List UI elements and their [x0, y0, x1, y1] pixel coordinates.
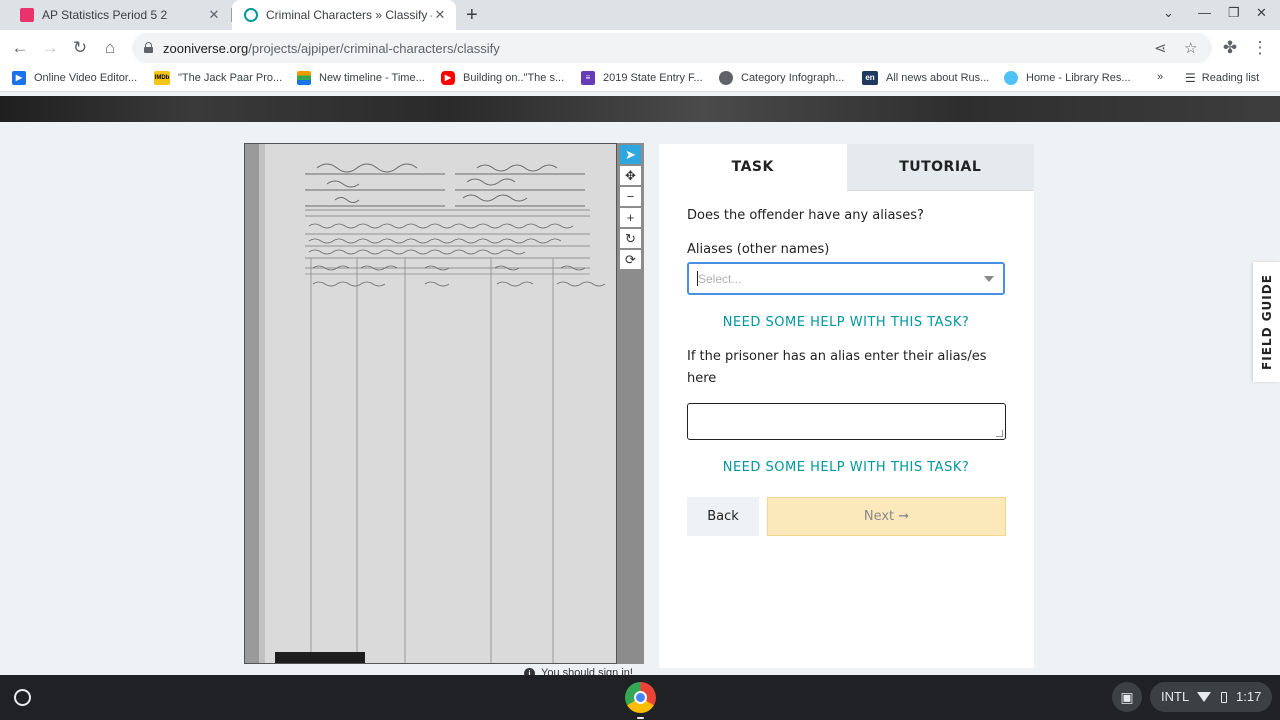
select-placeholder: Select... — [698, 272, 742, 286]
share-icon[interactable]: ⋖ — [1154, 39, 1167, 57]
bookmark-online-video-editor[interactable]: ▶ Online Video Editor... — [12, 71, 137, 85]
launcher-icon[interactable] — [14, 689, 31, 706]
bookmark-label: Building on.."The s... — [463, 72, 565, 84]
tab-tutorial[interactable]: TUTORIAL — [846, 144, 1034, 191]
bookmarks-bar: ▶ Online Video Editor... IMDb "The Jack … — [0, 66, 1280, 92]
bookmark-category-infograph[interactable]: Category Infograph... — [719, 71, 844, 85]
en-icon: en — [862, 71, 878, 85]
next-button[interactable]: Next ➞ — [767, 497, 1006, 536]
browser-tab-ap-statistics[interactable]: AP Statistics Period 5 2 ✕ — [8, 0, 230, 30]
wifi-icon — [1197, 692, 1211, 702]
os-shelf: ▣ INTL 1:17 — [0, 675, 1280, 720]
cloud-icon — [1004, 71, 1018, 85]
zoom-in-icon[interactable]: + — [620, 208, 641, 227]
rotate-icon[interactable]: ↻ — [620, 229, 641, 248]
reading-list-icon: ☰ — [1185, 71, 1196, 85]
panel-tabs: TASK TUTORIAL — [659, 144, 1034, 191]
forward-arrow-icon[interactable]: → — [38, 36, 62, 60]
youtube-icon: ▶ — [441, 71, 455, 85]
resize-grip-icon[interactable] — [996, 430, 1003, 437]
question-aliases: Does the offender have any aliases? — [687, 208, 924, 223]
project-banner — [0, 96, 1280, 122]
bookmark-label: 2019 State Entry F... — [603, 72, 703, 84]
bookmark-label: Home - Library Res... — [1026, 72, 1131, 84]
bookmark-state-entry[interactable]: ≡ 2019 State Entry F... — [581, 71, 703, 85]
help-link-2[interactable]: NEED SOME HELP WITH THIS TASK? — [687, 460, 1005, 475]
image-toolbar: ➤ ✥ − + ↻ ⟳ — [617, 143, 644, 664]
aliases-select[interactable]: Select... — [687, 262, 1005, 295]
browser-tab-criminal-characters[interactable]: Criminal Characters » Classify — ✕ — [232, 0, 456, 30]
restore-icon[interactable]: ❐ — [1228, 5, 1240, 21]
status-tray[interactable]: INTL 1:17 — [1150, 682, 1272, 712]
address-bar[interactable]: zooniverse.org/projects/ajpiper/criminal… — [132, 33, 1212, 63]
question-alias-text: If the prisoner has an alias enter their… — [687, 349, 987, 386]
lock-icon[interactable] — [144, 42, 153, 53]
url-text[interactable]: zooniverse.org/projects/ajpiper/criminal… — [163, 41, 500, 56]
timeline-icon — [297, 71, 311, 85]
browser-toolbar: ← → ↻ ⌂ zooniverse.org/projects/ajpiper/… — [0, 30, 1280, 66]
reload-icon[interactable]: ↻ — [68, 36, 92, 60]
field-guide-tab[interactable]: FIELD GUIDE — [1253, 262, 1280, 382]
chevron-down-icon[interactable] — [984, 276, 994, 282]
bookmark-library-resources[interactable]: Home - Library Res... — [1004, 71, 1131, 85]
register-page-scan — [245, 144, 616, 663]
tab-title: Criminal Characters » Classify — — [266, 8, 432, 22]
menu-kebab-icon[interactable]: ⋮ — [1248, 36, 1272, 60]
zooniverse-favicon-icon — [244, 8, 258, 22]
tab-title: AP Statistics Period 5 2 — [42, 8, 168, 22]
tab-search-icon[interactable]: ⌄ — [1163, 5, 1174, 21]
running-indicator — [637, 717, 644, 719]
help-link-1[interactable]: NEED SOME HELP WITH THIS TASK? — [687, 315, 1005, 330]
field-guide-label: FIELD GUIDE — [1259, 274, 1274, 370]
new-tab-button[interactable]: + — [466, 4, 478, 27]
tab-task[interactable]: TASK — [659, 144, 847, 191]
url-host: zooniverse.org — [163, 41, 249, 56]
tab-close-icon[interactable]: ✕ — [206, 7, 222, 23]
back-arrow-icon[interactable]: ← — [8, 36, 32, 60]
bookmark-label: New timeline - Time... — [319, 72, 425, 84]
bookmark-star-icon[interactable]: ☆ — [1184, 39, 1197, 57]
reading-list[interactable]: ☰ Reading list — [1185, 71, 1259, 85]
ime-indicator: INTL — [1161, 689, 1190, 704]
imdb-icon: IMDb — [154, 71, 170, 85]
bookmark-news-russia[interactable]: en All news about Rus... — [862, 71, 989, 85]
bookmark-label: "The Jack Paar Pro... — [178, 72, 283, 84]
url-path: /projects/ajpiper/criminal-characters/cl… — [248, 41, 500, 56]
extensions-icon[interactable]: ✤ — [1218, 36, 1242, 60]
forms-icon: ≡ — [581, 71, 595, 85]
clock: 1:17 — [1236, 689, 1262, 704]
reset-view-icon[interactable]: ⟳ — [620, 250, 641, 269]
bookmark-label: All news about Rus... — [886, 72, 990, 84]
window-close-icon[interactable]: ✕ — [1256, 5, 1267, 21]
back-button[interactable]: Back — [687, 497, 759, 536]
tab-close-icon[interactable]: ✕ — [432, 7, 448, 23]
home-icon[interactable]: ⌂ — [98, 36, 122, 60]
holding-space-icon[interactable]: ▣ — [1112, 682, 1142, 712]
video-editor-icon: ▶ — [12, 71, 26, 85]
move-tool-icon[interactable]: ✥ — [620, 166, 641, 185]
bookmark-jack-paar[interactable]: IMDb "The Jack Paar Pro... — [154, 71, 282, 85]
zoom-out-icon[interactable]: − — [620, 187, 641, 206]
bookmarks-overflow-chevron-icon[interactable]: » — [1157, 71, 1163, 83]
alias-textarea[interactable] — [687, 403, 1006, 440]
pointer-tool-icon[interactable]: ➤ — [620, 145, 641, 164]
bookmark-label: Category Infograph... — [741, 72, 845, 84]
tab-strip: AP Statistics Period 5 2 ✕ Criminal Char… — [0, 0, 1280, 30]
aliases-label: Aliases (other names) — [687, 242, 830, 257]
globe-icon — [719, 71, 733, 85]
classroom-favicon-icon — [20, 8, 34, 22]
bookmark-new-timeline[interactable]: New timeline - Time... — [297, 71, 425, 85]
reading-list-label: Reading list — [1201, 72, 1260, 84]
bookmark-label: Online Video Editor... — [34, 72, 138, 84]
chrome-app-icon[interactable] — [625, 682, 656, 719]
task-panel: TASK TUTORIAL Does the offender have any… — [659, 144, 1034, 668]
subject-image[interactable] — [244, 143, 617, 664]
bookmark-building-on[interactable]: ▶ Building on.."The s... — [441, 71, 564, 85]
battery-icon — [1221, 692, 1227, 703]
minimize-icon[interactable]: — — [1198, 5, 1211, 20]
